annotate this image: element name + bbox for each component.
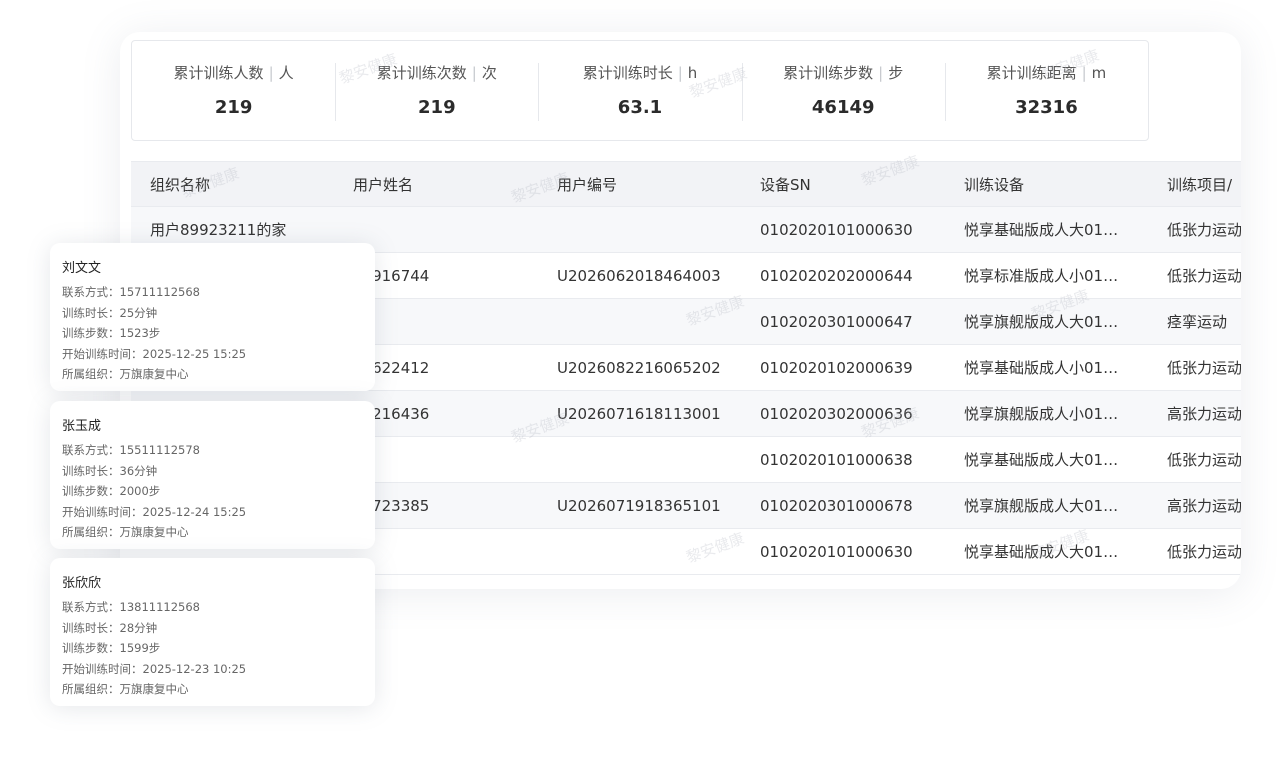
stat-label: 累计训练步数 bbox=[783, 64, 874, 82]
user-start-time: 开始训练时间：2025-12-23 10:25 bbox=[62, 661, 247, 676]
user-name: 张欣欣 bbox=[62, 576, 102, 591]
user-contact: 联系方式：15511112578 bbox=[62, 443, 200, 457]
cell-device: 悦享旗舰版成人大01… bbox=[964, 497, 1119, 515]
cell-device: 悦享基础版成人大01… bbox=[964, 451, 1119, 469]
user-duration: 训练时长：28分钟 bbox=[62, 620, 158, 635]
cell-project: 低张力运动 bbox=[1167, 359, 1241, 377]
cell-project: 痉挛运动 bbox=[1167, 313, 1228, 331]
user-card[interactable]: 张玉成 联系方式：15511112578 训练时长：36分钟 训练步数：2000… bbox=[50, 401, 375, 549]
table-header-row: 组织名称 用户姓名 用户编号 设备SN 训练设备 训练项目/ bbox=[131, 161, 1241, 207]
stat-total-steps: 累计训练步数 | 步 46149 bbox=[741, 41, 945, 140]
user-card[interactable]: 张欣欣 联系方式：13811112568 训练时长：28分钟 训练步数：1599… bbox=[50, 558, 375, 706]
user-contact: 联系方式：15711112568 bbox=[62, 285, 200, 299]
stat-total-duration: 累计训练时长 | h 63.1 bbox=[538, 41, 741, 140]
cell-device: 悦享基础版成人小01… bbox=[964, 359, 1119, 377]
user-start-time: 开始训练时间：2025-12-24 15:25 bbox=[62, 504, 247, 519]
user-org: 所属组织：万旗康复中心 bbox=[62, 525, 189, 539]
user-name: 张玉成 bbox=[62, 419, 102, 434]
cell-user-id: U2026062018464003 bbox=[557, 266, 721, 285]
user-start-time: 开始训练时间：2025-12-25 15:25 bbox=[62, 346, 247, 361]
stats-summary: 累计训练人数 | 人 219 累计训练次数 | 次 219 累计训练时长 | h 63.1 … bbox=[131, 40, 1149, 141]
cell-device-sn: 0102020301000678 bbox=[760, 496, 913, 515]
stat-label: 累计训练时长 bbox=[582, 64, 673, 82]
stat-label: 累计训练人数 bbox=[173, 64, 264, 82]
stat-unit: 步 bbox=[888, 64, 904, 82]
user-org: 所属组织：万旗康复中心 bbox=[62, 682, 189, 696]
stat-unit: 人 bbox=[278, 64, 294, 82]
cell-project: 低张力运动 bbox=[1167, 221, 1241, 239]
user-duration: 训练时长：36分钟 bbox=[62, 463, 158, 478]
cell-device-sn: 0102020302000636 bbox=[760, 404, 913, 423]
user-contact: 联系方式：13811112568 bbox=[62, 600, 200, 614]
stat-unit: m bbox=[1091, 64, 1107, 82]
cell-device-sn: 0102020101000630 bbox=[760, 220, 913, 239]
cell-project: 高张力运动 bbox=[1167, 405, 1241, 423]
cell-device-sn: 0102020202000644 bbox=[760, 266, 913, 285]
column-header-org[interactable]: 组织名称 bbox=[131, 174, 334, 195]
user-org: 所属组织：万旗康复中心 bbox=[62, 367, 189, 381]
cell-device: 悦享旗舰版成人大01… bbox=[964, 313, 1119, 331]
stat-label: 累计训练次数 bbox=[376, 64, 467, 82]
column-header-device[interactable]: 训练设备 bbox=[945, 174, 1148, 195]
column-header-device-sn[interactable]: 设备SN bbox=[741, 174, 945, 195]
cell-device-sn: 0102020101000630 bbox=[760, 542, 913, 561]
cell-device-sn: 0102020101000638 bbox=[760, 450, 913, 469]
cell-device-sn: 0102020301000647 bbox=[760, 312, 913, 331]
cell-device: 悦享旗舰版成人小01… bbox=[964, 405, 1119, 423]
cell-project: 低张力运动 bbox=[1167, 543, 1241, 561]
cell-user-id: U2026082216065202 bbox=[557, 358, 721, 377]
cell-user-id: U2026071918365101 bbox=[557, 496, 721, 515]
user-name: 刘文文 bbox=[62, 261, 102, 276]
stat-total-distance: 累计训练距离 | m 32316 bbox=[944, 41, 1148, 140]
cell-device: 悦享基础版成人大01… bbox=[964, 543, 1119, 561]
stat-value: 46149 bbox=[811, 97, 875, 118]
cell-device-sn: 0102020102000639 bbox=[760, 358, 913, 377]
column-header-user-id[interactable]: 用户编号 bbox=[538, 174, 741, 195]
user-duration: 训练时长：25分钟 bbox=[62, 305, 158, 320]
cell-project: 低张力运动 bbox=[1167, 451, 1241, 469]
stat-value: 219 bbox=[418, 97, 456, 118]
cell-user-id: U2026071618113001 bbox=[557, 404, 721, 423]
cell-org: 用户89923211的家 bbox=[150, 221, 287, 239]
stat-value: 32316 bbox=[1015, 97, 1078, 118]
stat-unit: 次 bbox=[481, 64, 497, 82]
cell-project: 高张力运动 bbox=[1167, 497, 1241, 515]
stat-value: 63.1 bbox=[617, 97, 663, 118]
stat-value: 219 bbox=[214, 97, 253, 118]
cell-device: 悦享基础版成人大01… bbox=[964, 221, 1119, 239]
cell-device: 悦享标准版成人小01… bbox=[964, 267, 1119, 285]
user-card[interactable]: 刘文文 联系方式：15711112568 训练时长：25分钟 训练步数：1523… bbox=[50, 243, 375, 391]
user-steps: 训练步数：2000步 bbox=[62, 484, 161, 498]
stat-unit: h bbox=[687, 64, 698, 82]
stat-label: 累计训练距离 bbox=[986, 64, 1077, 82]
stat-total-sessions: 累计训练次数 | 次 219 bbox=[335, 41, 538, 140]
column-header-user-name[interactable]: 用户姓名 bbox=[334, 174, 538, 195]
user-steps: 训练步数：1523步 bbox=[62, 326, 161, 340]
user-steps: 训练步数：1599步 bbox=[62, 641, 161, 655]
cell-project: 低张力运动 bbox=[1167, 267, 1241, 285]
stat-total-users: 累计训练人数 | 人 219 bbox=[132, 41, 335, 140]
column-header-project[interactable]: 训练项目/ bbox=[1148, 174, 1241, 195]
